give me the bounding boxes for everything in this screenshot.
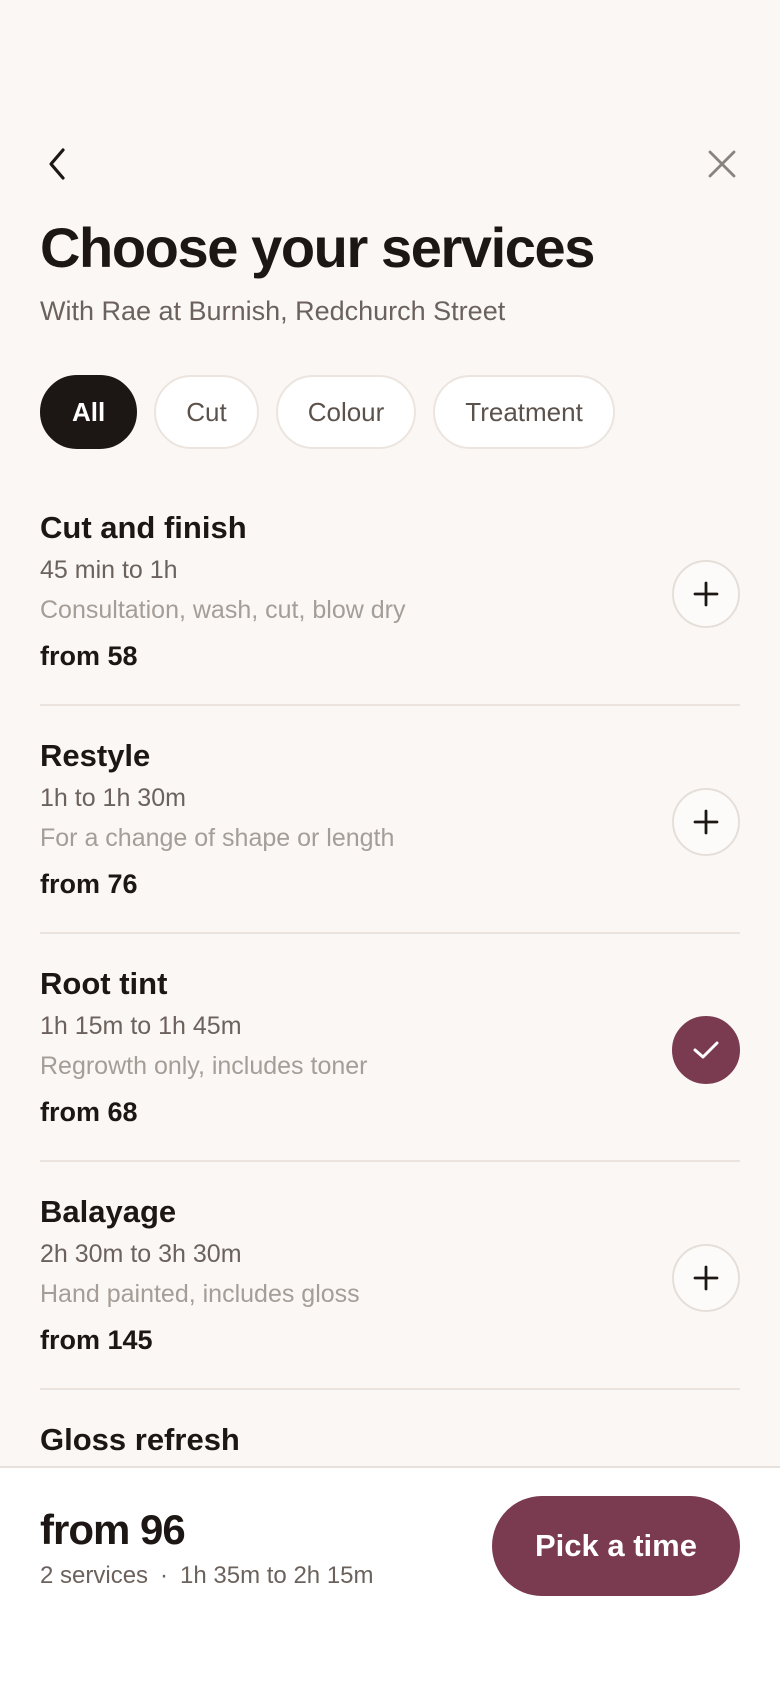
booking-summary-bar: from 96 2 services · 1h 35m to 2h 15m Pi… <box>0 1466 780 1688</box>
plus-icon <box>693 809 719 835</box>
close-button[interactable] <box>698 140 746 188</box>
filter-chip-treatment[interactable]: Treatment <box>433 375 615 449</box>
service-name: Balayage <box>40 1194 177 1229</box>
page-subtitle: With Rae at Burnish, Redchurch Street <box>40 296 506 326</box>
service-duration: 45 min to 1h <box>40 556 178 584</box>
filter-chips: All Cut Colour Treatment <box>40 375 615 449</box>
filter-chip-colour[interactable]: Colour <box>275 375 417 449</box>
service-description: Hand painted, includes gloss <box>40 1280 360 1308</box>
selected-service-button[interactable] <box>672 1016 740 1084</box>
plus-icon <box>693 1265 719 1291</box>
service-duration: 1h to 1h 30m <box>40 784 186 812</box>
total-price: from 96 <box>40 1506 186 1553</box>
service-name: Restyle <box>40 738 151 773</box>
page-title: Choose your services <box>40 216 595 279</box>
service-price: from 145 <box>40 1325 153 1355</box>
service-price: from 68 <box>40 1097 138 1127</box>
add-service-button[interactable] <box>672 560 740 628</box>
service-item: Restyle 1h to 1h 30m For a change of sha… <box>40 706 740 934</box>
service-name: Gloss refresh <box>40 1422 240 1457</box>
back-button[interactable] <box>34 140 82 188</box>
service-duration: 1h 15m to 1h 45m <box>40 1012 242 1040</box>
add-service-button[interactable] <box>672 1244 740 1312</box>
service-description: Regrowth only, includes toner <box>40 1052 368 1080</box>
chevron-left-icon <box>49 148 65 180</box>
service-description: For a change of shape or length <box>40 824 395 852</box>
service-item: Cut and finish 45 min to 1h Consultation… <box>40 478 740 706</box>
meta-separator: · <box>160 1562 169 1589</box>
add-service-button[interactable] <box>672 788 740 856</box>
service-price: from 76 <box>40 869 138 899</box>
plus-icon <box>693 581 719 607</box>
filter-chip-all[interactable]: All <box>40 375 138 449</box>
close-icon <box>708 150 736 178</box>
filter-chip-cut[interactable]: Cut <box>154 375 259 449</box>
service-count: 2 services <box>40 1562 149 1589</box>
service-item: Root tint 1h 15m to 1h 45m Regrowth only… <box>40 934 740 1162</box>
pick-time-button[interactable]: Pick a time <box>492 1496 740 1596</box>
service-name: Root tint <box>40 966 168 1001</box>
service-name: Cut and finish <box>40 510 247 545</box>
services-screen: Choose your services With Rae at Burnish… <box>0 0 780 1688</box>
total-duration: 1h 35m to 2h 15m <box>180 1562 374 1589</box>
top-bar <box>40 140 740 188</box>
service-price: from 58 <box>40 641 138 671</box>
service-item: Balayage 2h 30m to 3h 30m Hand painted, … <box>40 1162 740 1390</box>
service-duration: 2h 30m to 3h 30m <box>40 1240 242 1268</box>
service-description: Consultation, wash, cut, blow dry <box>40 596 406 624</box>
summary-meta: 2 services · 1h 35m to 2h 15m <box>40 1560 374 1592</box>
check-icon <box>693 1041 719 1059</box>
